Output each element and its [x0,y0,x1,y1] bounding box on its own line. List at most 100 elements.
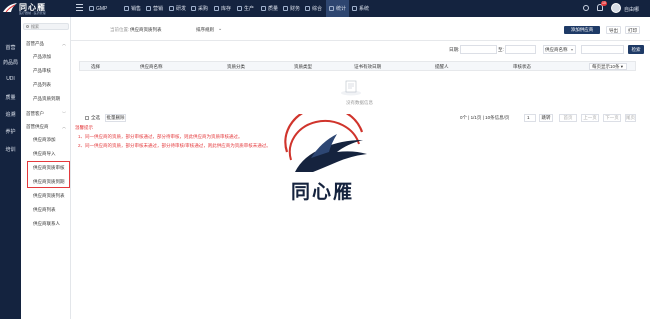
batch-delete-button[interactable]: 批量删除 [105,114,126,122]
group-first-products[interactable]: 首营产品 [26,41,44,47]
chevron-up-icon[interactable]: ︿ [62,41,66,47]
notification-badge: 10 [601,1,607,6]
sidebar-item[interactable]: 产品审核 [33,68,51,74]
chevron-down-icon[interactable]: ﹀ [62,111,66,117]
flask-icon [169,6,174,11]
nav-label: 统计 [336,6,347,12]
sidebar-item[interactable]: 供应商添加 [33,137,56,143]
left-tab[interactable]: 药品局 [0,59,21,66]
next-page-button[interactable]: 下一页 [603,114,621,122]
print-button[interactable]: 打印 [625,26,640,34]
export-button[interactable]: 导出 [606,26,621,34]
megaphone-icon [146,6,151,11]
nav-label: 研发 [176,6,187,12]
select-all-checkbox[interactable] [85,116,89,120]
stats-icon [329,6,334,11]
keyword-input[interactable] [581,45,624,54]
search-button[interactable]: 检索 [628,45,644,54]
group-first-suppliers[interactable]: 首营供应商 [26,124,49,130]
nav-marketing[interactable]: 营销 [146,0,163,17]
chevron-up-icon[interactable]: ︿ [62,124,66,130]
chevron-down-icon[interactable]: ⌄ [218,26,222,32]
sidebar-item[interactable]: 供应商联系人 [33,221,60,227]
left-tab[interactable]: 培训 [0,146,21,153]
left-tab[interactable]: 养护 [0,128,21,135]
user-name[interactable]: 自由哪 [624,6,639,13]
empty-message: 没有数据信息 [346,100,373,105]
page-header: 当前位置: 供应商资质列表 排序规则 ⌄ 添加供应商 导出 打印 [71,17,650,41]
last-page-button[interactable]: 尾页 [625,114,636,122]
sidebar-item[interactable]: 产品添加 [33,54,51,60]
table-header: 选择 供应商名称 资质分类 资质类型 证书有效日期 提醒人 审核状态 每页显示1… [79,61,636,71]
nav-sales[interactable]: 销售 [124,0,141,17]
user-area: 10 自由哪 [583,0,650,17]
sidebar-item[interactable]: 供应商列表 [33,207,56,213]
nav-label: 系统 [359,6,370,12]
bird-logo-icon [3,3,17,13]
page-info: 0个 | 1/1页 | 10条信息/页 [460,115,510,120]
add-supplier-button[interactable]: 添加供应商 [564,26,600,34]
nav-label: 质量 [268,6,279,12]
nav-label: 营销 [153,6,164,12]
tips-title: 温馨提示 [75,125,93,130]
page-number-input[interactable]: 1 [524,114,536,122]
column-header: 证书有效日期 [354,64,381,69]
sort-rule[interactable]: 排序规则 [196,27,214,33]
monitor-icon [89,6,94,11]
empty-data-icon [341,80,361,96]
field-select-value: 供应商名称 [545,47,568,52]
nav-gmp[interactable]: GMP [89,0,107,17]
nav-inventory[interactable]: 库存 [214,0,231,17]
nav-production[interactable]: 生产 [237,0,254,17]
date-start-input[interactable] [460,45,497,54]
menu-toggle-icon[interactable] [76,4,84,12]
nav-general[interactable]: 综合 [305,0,322,17]
column-header: 审核状态 [513,64,531,69]
filter-bar: 日期: 至: 供应商名称 ▾ 检索 [71,41,650,57]
gear-icon [352,6,357,11]
nav-label: 财务 [290,6,301,12]
nav-label: 生产 [244,6,255,12]
left-tab[interactable]: 质量 [0,94,21,101]
to-label: 至: [498,47,504,52]
left-tab[interactable]: 追溯 [0,111,21,118]
goto-page-button[interactable]: 跳转 [539,114,553,122]
page-title: 供应商资质列表 [130,27,162,32]
nav-statistics[interactable]: 统计 [326,0,350,17]
sidebar-search [23,23,69,30]
select-all-label[interactable]: 全选 [91,115,100,121]
avatar[interactable] [611,3,621,13]
left-tab[interactable]: 首营 [0,44,21,51]
nav-label: 采购 [198,6,209,12]
nav-label: 库存 [221,6,232,12]
field-select[interactable]: 供应商名称 ▾ [543,45,576,54]
sidebar-search-input[interactable] [31,24,68,29]
sidebar-item[interactable]: 供应商导入 [33,151,56,157]
sidebar-item[interactable]: 供应商资质列表 [33,193,65,199]
nav-quality[interactable]: 质量 [261,0,278,17]
page-size-select[interactable]: 每页显示10条 ▾ [589,63,627,70]
sidebar-item[interactable]: 产品列表 [33,82,51,88]
app-logo[interactable]: 同心雁 医疗器械 · 医药管理 [3,2,73,15]
cart-icon [191,6,196,11]
grid-icon [305,6,310,11]
nav-finance[interactable]: 财务 [283,0,300,17]
nav-rnd[interactable]: 研发 [169,0,186,17]
search-icon [26,25,29,28]
nav-label: 综合 [312,6,323,12]
watermark-logo: 同心雁 [267,105,382,209]
tips-line: 1、同一供应商的资质，部分审核通过，部分待审核，则此供应商为资质审核通过。 [78,134,243,139]
top-navigation-bar: 同心雁 医疗器械 · 医药管理 GMP 销售 营销 研发 采购 库存 生产 质量… [0,0,650,17]
column-header: 供应商名称 [140,64,163,69]
add-circle-icon[interactable] [583,5,589,11]
nav-system[interactable]: 系统 [352,0,369,17]
app-subtitle: 医疗器械 · 医药管理 [19,11,46,15]
group-first-customers[interactable]: 首营客户 [26,111,44,117]
date-end-input[interactable] [505,45,536,54]
first-page-button[interactable]: 首页 [559,114,577,122]
nav-purchase[interactable]: 采购 [191,0,208,17]
prev-page-button[interactable]: 上一页 [581,114,599,122]
sidebar-item[interactable]: 产品资质到期 [33,96,60,102]
left-tab[interactable]: UDI [0,76,21,82]
watermark-text: 同心雁 [291,182,355,203]
